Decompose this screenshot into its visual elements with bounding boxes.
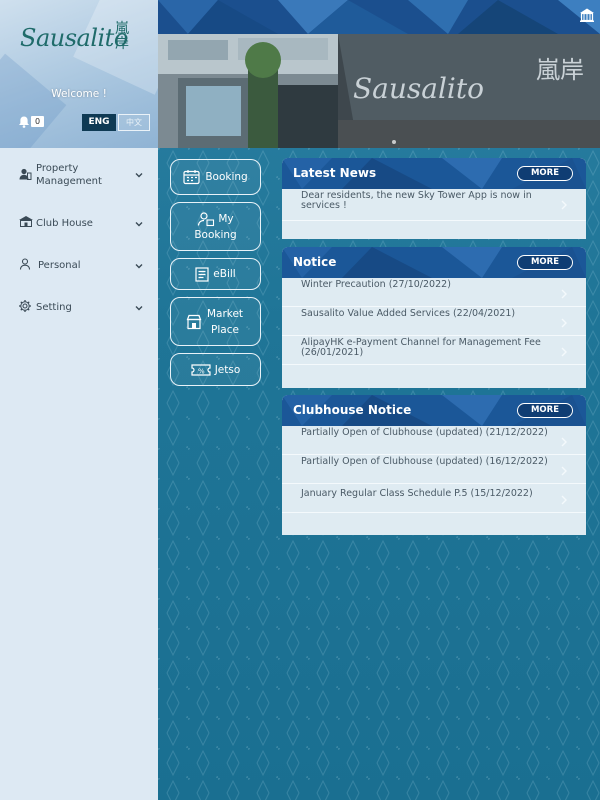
market-place-label: Market Place	[206, 307, 244, 336]
bill-icon	[195, 266, 209, 282]
ebill-button[interactable]: eBill	[170, 258, 261, 290]
clubhouse-notice-header: Clubhouse Notice MORE	[282, 395, 586, 426]
clubhouse-item-text: Partially Open of Clubhouse (updated) (2…	[301, 427, 548, 438]
list-item[interactable]: January Regular Class Schedule P.5 (15/1…	[282, 484, 586, 513]
language-eng-button[interactable]: ENG	[82, 114, 116, 131]
latest-news-header: Latest News MORE	[282, 158, 586, 189]
calendar-icon	[183, 170, 200, 185]
logo-text: Sausalito	[20, 24, 128, 52]
hero-banner: Sausalito 嵐岸	[158, 0, 600, 148]
gear-icon	[19, 300, 31, 312]
coupon-icon: %	[191, 363, 211, 376]
market-place-button[interactable]: Market Place	[170, 297, 261, 346]
sidebar-item-label: Club House	[36, 218, 93, 229]
sidebar-item-personal[interactable]: Personal	[0, 242, 158, 284]
booking-button[interactable]: Booking	[170, 159, 261, 195]
chevron-down-icon	[135, 306, 143, 311]
sidebar: Sausalito 嵐岸 Welcome ! 0 ENG 中文 Property…	[0, 0, 158, 800]
chevron-right-icon	[561, 289, 567, 299]
clubhouse-item-text: Partially Open of Clubhouse (updated) (1…	[301, 456, 548, 467]
chevron-right-icon	[561, 200, 567, 210]
app-logo: Sausalito 嵐岸	[20, 18, 140, 66]
latest-news-more-button[interactable]: MORE	[517, 166, 573, 181]
svg-text:%: %	[198, 367, 205, 375]
logo-cjk-text: 嵐岸	[115, 21, 129, 52]
sidebar-menu: Property Management Club House Personal	[0, 150, 158, 326]
my-booking-label-line1: My	[218, 212, 234, 225]
clubhouse-icon	[19, 216, 33, 227]
list-item[interactable]: Dear residents, the new Sky Tower App is…	[282, 189, 586, 221]
sidebar-item-label: Setting	[36, 302, 72, 313]
sidebar-item-label: Personal	[38, 260, 81, 271]
shop-icon	[186, 314, 202, 329]
main-content: Sausalito 嵐岸 Booking My Booking eBill Ma…	[158, 0, 600, 800]
clubhouse-notice-more-button[interactable]: MORE	[517, 403, 573, 418]
notice-item-text: Winter Precaution (27/10/2022)	[301, 279, 451, 290]
chevron-right-icon	[561, 466, 567, 476]
sidebar-item-label: Property Management	[36, 163, 102, 187]
bell-icon[interactable]	[17, 115, 31, 129]
list-item[interactable]: Sausalito Value Added Services (22/04/20…	[282, 307, 586, 336]
banner-image: Sausalito 嵐岸	[158, 0, 600, 148]
my-booking-label-line2: Booking	[194, 228, 237, 241]
list-item[interactable]: Partially Open of Clubhouse (updated) (1…	[282, 455, 586, 484]
notice-more-button[interactable]: MORE	[517, 255, 573, 270]
notice-header: Notice MORE	[282, 247, 586, 278]
person-icon	[19, 258, 31, 270]
clubhouse-home-icon[interactable]	[579, 7, 595, 23]
notice-panel: Notice MORE Winter Precaution (27/10/202…	[282, 247, 586, 388]
notice-item-text: AlipayHK e-Payment Channel for Managemen…	[301, 337, 541, 358]
sidebar-item-setting[interactable]: Setting	[0, 284, 158, 326]
banner-sign-cjk: 嵐岸	[536, 56, 584, 84]
banner-sign-text: Sausalito	[353, 72, 484, 105]
latest-news-panel: Latest News MORE Dear residents, the new…	[282, 158, 586, 239]
clubhouse-notice-panel: Clubhouse Notice MORE Partially Open of …	[282, 395, 586, 535]
chevron-down-icon	[135, 173, 143, 178]
person-calendar-icon	[198, 211, 215, 226]
list-item[interactable]: AlipayHK e-Payment Channel for Managemen…	[282, 336, 586, 365]
list-item[interactable]: Partially Open of Clubhouse (updated) (2…	[282, 426, 586, 455]
notice-title: Notice	[293, 255, 337, 269]
language-zh-button[interactable]: 中文	[118, 114, 150, 131]
booking-label: Booking	[205, 171, 248, 183]
sidebar-item-property-management[interactable]: Property Management	[0, 150, 158, 200]
chevron-right-icon	[561, 318, 567, 328]
jetso-button[interactable]: % Jetso	[170, 353, 261, 386]
ebill-label: eBill	[213, 268, 236, 280]
chevron-right-icon	[561, 495, 567, 505]
latest-news-title: Latest News	[293, 166, 377, 180]
notification-count-badge: 0	[31, 116, 44, 127]
jetso-label: Jetso	[214, 363, 241, 376]
chevron-right-icon	[561, 347, 567, 357]
chevron-right-icon	[561, 437, 567, 447]
chevron-down-icon	[135, 264, 143, 269]
notice-item-text: Sausalito Value Added Services (22/04/20…	[301, 308, 516, 319]
welcome-text: Welcome !	[51, 88, 107, 100]
list-item[interactable]: Winter Precaution (27/10/2022)	[282, 278, 586, 307]
clubhouse-notice-title: Clubhouse Notice	[293, 403, 412, 417]
my-booking-button[interactable]: My Booking	[170, 202, 261, 251]
sidebar-item-club-house[interactable]: Club House	[0, 200, 158, 242]
sidebar-header: Sausalito 嵐岸 Welcome ! 0 ENG 中文	[0, 0, 158, 148]
building-user-icon	[19, 168, 32, 180]
chevron-down-icon	[135, 222, 143, 227]
news-item-text: Dear residents, the new Sky Tower App is…	[301, 190, 532, 211]
clubhouse-item-text: January Regular Class Schedule P.5 (15/1…	[301, 488, 533, 499]
